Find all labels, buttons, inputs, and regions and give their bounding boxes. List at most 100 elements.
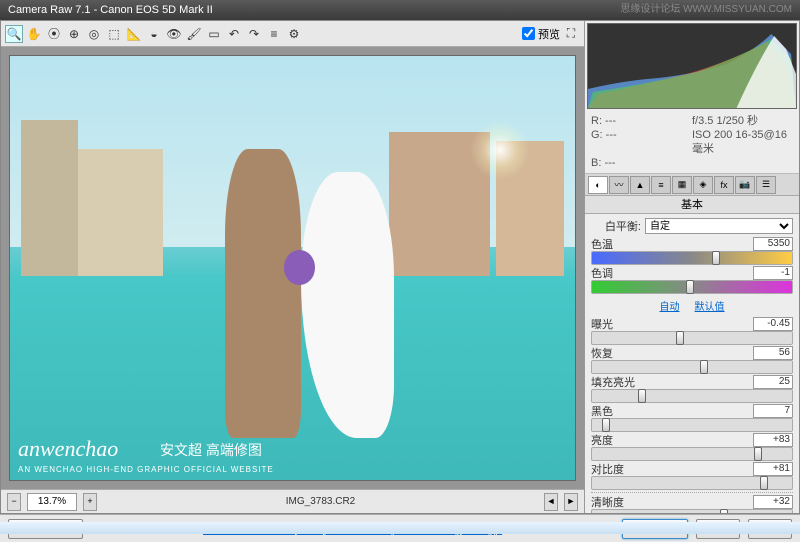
slider-value[interactable]: 56 [753,346,793,360]
redeye-icon[interactable]: 👁 [165,25,183,43]
prefs-icon[interactable]: ⚙ [285,25,303,43]
slider-track[interactable] [591,280,793,294]
slider-exposure: 曝光 -0.45 [591,317,793,345]
slider-track[interactable] [591,331,793,345]
tab-fx[interactable]: fx [714,176,734,194]
slider-label: 曝光 [591,316,613,332]
panel-tabs: ◐ 〰 ▲ ≡ ▦ ◈ fx 📷 ☰ [585,174,799,196]
preview-checkbox-label[interactable]: 预览 [522,26,560,42]
photo-preview: anwenchao 安文超 高端修图 AN WENCHAO HIGH-END G… [9,55,576,481]
slider-thumb[interactable] [760,476,768,490]
zoom-level[interactable]: 13.7% [27,493,77,511]
slider-black: 黑色 7 [591,404,793,432]
slider-thumb[interactable] [676,331,684,345]
sampler-icon[interactable]: ⊕ [65,25,83,43]
slider-label: 黑色 [591,403,613,419]
slider-recovery: 恢复 56 [591,346,793,374]
preview-checkbox[interactable] [522,27,535,40]
slider-label: 色温 [591,236,613,252]
prev-image-button[interactable]: ◄ [544,493,558,511]
photo-watermark: anwenchao [18,436,118,462]
tab-detail[interactable]: ▲ [630,176,650,194]
toolbar: 🔍 ✋ ⦿ ⊕ ◎ ⬚ 📐 ◒ 👁 🖌 ▭ ↶ ↷ ≡ ⚙ 预览 ⛶ [1,21,584,47]
slider-value[interactable]: 7 [753,404,793,418]
slider-thumb[interactable] [638,389,646,403]
photo-watermark-sub: AN WENCHAO HIGH-END GRAPHIC OFFICIAL WEB… [18,465,274,474]
default-link[interactable]: 默认值 [695,302,725,313]
photo-watermark-cn: 安文超 高端修图 [160,440,262,460]
slider-track[interactable] [591,476,793,490]
slider-bright: 亮度 +83 [591,433,793,461]
target-adjust-icon[interactable]: ◎ [85,25,103,43]
list-icon[interactable]: ≡ [265,25,283,43]
slider-track[interactable] [591,418,793,432]
auto-default-links: 自动 默认值 [591,295,793,316]
image-canvas[interactable]: anwenchao 安文超 高端修图 AN WENCHAO HIGH-END G… [1,47,584,489]
slider-value[interactable]: +81 [753,462,793,476]
slider-value[interactable]: -1 [753,266,793,280]
slider-clarity: 清晰度 +32 [591,495,793,513]
slider-value[interactable]: 5350 [753,237,793,251]
slider-track[interactable] [591,360,793,374]
slider-value[interactable]: 25 [753,375,793,389]
zoom-out-button[interactable]: − [7,493,21,511]
tab-lens[interactable]: ◈ [693,176,713,194]
canvas-bottombar: − 13.7% + IMG_3783.CR2 ◄ ► [1,489,584,513]
filename-label: IMG_3783.CR2 [103,496,538,507]
slider-value[interactable]: +83 [753,433,793,447]
panel-title: 基本 [585,196,799,214]
slider-label: 色调 [591,265,613,281]
slider-track[interactable] [591,389,793,403]
adjust-brush-icon[interactable]: 🖌 [185,25,203,43]
tab-basic[interactable]: ◐ [588,176,608,194]
wb-label: 白平衡: [591,218,641,234]
tab-preset[interactable]: ☰ [756,176,776,194]
tab-split[interactable]: ▦ [672,176,692,194]
tab-curve[interactable]: 〰 [609,176,629,194]
tab-cal[interactable]: 📷 [735,176,755,194]
exif-info: R: ---f/3.5 1/250 秒 G: ---ISO 200 16-35@… [585,111,799,174]
slider-track[interactable] [591,509,793,513]
slider-thumb[interactable] [700,360,708,374]
histogram-svg [588,24,796,108]
slider-contrast: 对比度+81 [591,462,793,490]
slider-track[interactable] [591,251,793,265]
site-watermark: 思缘设计论坛 WWW.MISSYUAN.COM [620,0,792,20]
next-image-button[interactable]: ► [564,493,578,511]
slider-value[interactable]: -0.45 [753,317,793,331]
slider-tint: 色调 -1 [591,266,793,294]
tab-hsl[interactable]: ≡ [651,176,671,194]
zoom-in-button[interactable]: + [83,493,97,511]
slider-label: 填充亮光 [591,374,635,390]
app-title: Camera Raw 7.1 - Canon EOS 5D Mark II [8,0,213,20]
rotate-ccw-icon[interactable]: ↶ [225,25,243,43]
eyedropper-icon[interactable]: ⦿ [45,25,63,43]
slider-track[interactable] [591,447,793,461]
spot-removal-icon[interactable]: ◒ [145,25,163,43]
slider-label: 亮度 [591,432,613,448]
hand-tool-icon[interactable]: ✋ [25,25,43,43]
straighten-icon[interactable]: 📐 [125,25,143,43]
zoom-tool-icon[interactable]: 🔍 [5,25,23,43]
slider-fill: 填充亮光 25 [591,375,793,403]
wb-row: 白平衡: 自定 [591,216,793,236]
slider-thumb[interactable] [602,418,610,432]
slider-label: 恢复 [591,345,613,361]
crop-icon[interactable]: ⬚ [105,25,123,43]
titlebar: Camera Raw 7.1 - Canon EOS 5D Mark II 思缘… [0,0,800,20]
rotate-cw-icon[interactable]: ↷ [245,25,263,43]
slider-value[interactable]: +32 [753,495,793,509]
main-container: 🔍 ✋ ⦿ ⊕ ◎ ⬚ 📐 ◒ 👁 🖌 ▭ ↶ ↷ ≡ ⚙ 预览 ⛶ [0,20,800,514]
slider-thumb[interactable] [754,447,762,461]
auto-link[interactable]: 自动 [659,302,679,313]
os-taskbar [0,522,800,534]
basic-panel: 白平衡: 自定 色温 5350 色调 -1 自动 默认值 曝光 -0.45 恢复 56 填充亮… [585,214,799,513]
slider-thumb[interactable] [712,251,720,265]
slider-thumb[interactable] [720,509,728,513]
fullscreen-icon[interactable]: ⛶ [562,25,580,43]
slider-thumb[interactable] [686,280,694,294]
gradient-icon[interactable]: ▭ [205,25,223,43]
histogram[interactable] [587,23,797,109]
slider-label: 清晰度 [591,494,624,510]
wb-select[interactable]: 自定 [645,218,793,234]
